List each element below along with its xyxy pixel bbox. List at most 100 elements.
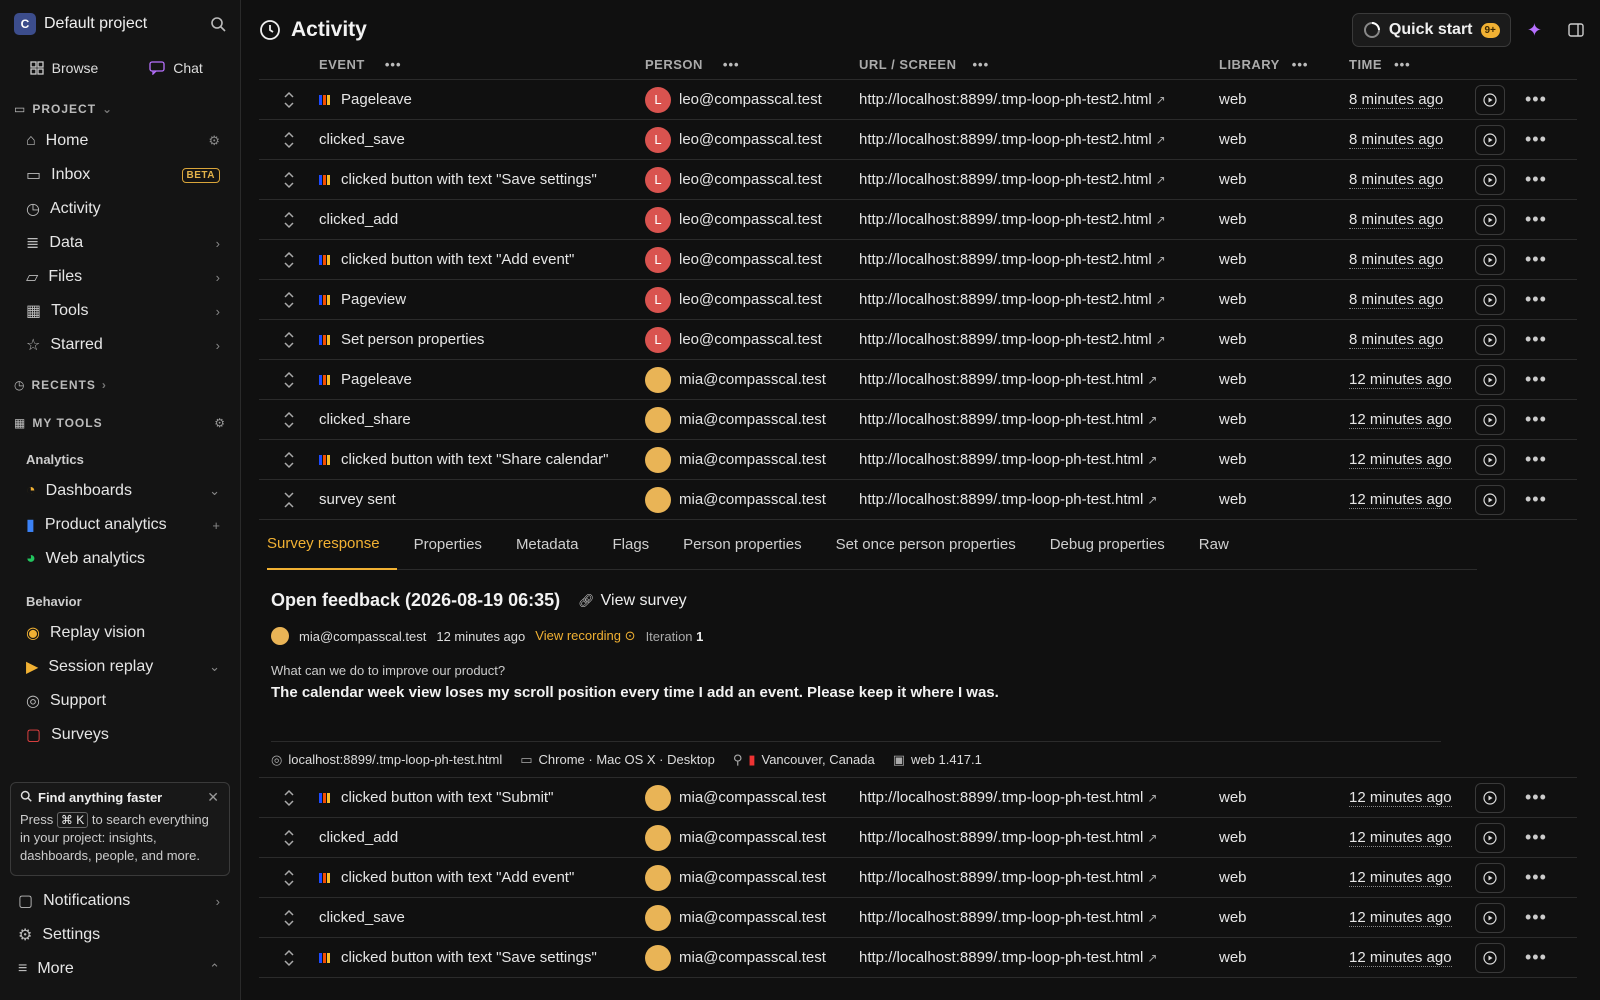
play-recording-button[interactable] [1475,364,1505,395]
side-panel-icon[interactable] [1568,22,1584,38]
table-row[interactable]: clicked button with text "Add event" L l… [259,240,1577,280]
table-row[interactable]: clicked button with text "Share calendar… [259,440,1577,480]
play-recording-button[interactable] [1475,444,1505,475]
table-row[interactable]: clicked_share M mia@compasscal.test http… [259,400,1577,440]
play-recording-button[interactable] [1475,164,1505,195]
url-text[interactable]: http://localhost:8899/.tmp-loop-ph-test.… [859,491,1143,508]
person-email[interactable]: mia@compasscal.test [679,829,826,846]
external-link-icon[interactable]: ↗ [1147,493,1157,507]
person-email[interactable]: leo@compasscal.test [679,131,822,148]
column-menu-icon[interactable]: ••• [1292,57,1309,72]
more-icon[interactable]: ••• [1525,89,1547,110]
external-link-icon[interactable]: ↗ [1156,293,1166,307]
expand-icon[interactable] [259,331,319,349]
person-email[interactable]: mia@compasscal.test [679,789,826,806]
external-link-icon[interactable]: ↗ [1147,791,1157,805]
table-row[interactable]: clicked button with text "Submit" M mia@… [259,778,1577,818]
sidebar-item-web-analytics[interactable]: ◕ Web analytics [8,542,232,576]
person-email[interactable]: mia@compasscal.test [679,411,826,428]
table-row[interactable]: clicked button with text "Save settings"… [259,938,1577,978]
external-link-icon[interactable]: ↗ [1147,413,1157,427]
person-email[interactable]: mia@compasscal.test [679,491,826,508]
url-text[interactable]: http://localhost:8899/.tmp-loop-ph-test.… [859,869,1143,886]
col-person[interactable]: PERSON ••• [645,57,859,72]
expand-icon[interactable] [259,131,319,149]
column-menu-icon[interactable]: ••• [385,57,402,72]
url-text[interactable]: http://localhost:8899/.tmp-loop-ph-test.… [859,829,1143,846]
play-recording-button[interactable] [1475,84,1505,115]
more-icon[interactable]: ••• [1525,369,1547,390]
expand-icon[interactable] [259,949,319,967]
mytools-section-header[interactable]: ▦ MY TOOLS ⚙ [8,408,232,438]
tab-metadata[interactable]: Metadata [499,520,596,570]
tab-debug-properties[interactable]: Debug properties [1033,520,1182,570]
column-menu-icon[interactable]: ••• [1394,57,1411,72]
tab-raw[interactable]: Raw [1182,520,1246,570]
event-name[interactable]: Set person properties [341,331,484,348]
notifications-item[interactable]: ▢ Notifications › [8,884,232,918]
expand-icon[interactable] [259,291,319,309]
gear-icon[interactable]: ⚙ [208,133,220,149]
more-icon[interactable]: ••• [1525,169,1547,190]
person-email[interactable]: mia@compasscal.test [679,949,826,966]
play-recording-button[interactable] [1475,324,1505,355]
play-recording-button[interactable] [1475,244,1505,275]
settings-item[interactable]: ⚙ Settings [8,918,232,952]
more-item[interactable]: ≡ More ⌃ [8,952,232,986]
event-name[interactable]: clicked button with text "Add event" [341,251,574,268]
event-name[interactable]: clicked_share [319,411,411,428]
sidebar-item-dashboards[interactable]: ◔ Dashboards ⌄ [8,474,232,508]
event-name[interactable]: clicked_add [319,211,398,228]
sidebar-item-files[interactable]: ▱ Files › [8,260,232,294]
person-email[interactable]: leo@compasscal.test [679,291,822,308]
more-icon[interactable]: ••• [1525,787,1547,808]
more-icon[interactable]: ••• [1525,329,1547,350]
tab-survey-response[interactable]: Survey response [267,520,397,570]
event-name[interactable]: clicked button with text "Save settings" [341,949,597,966]
person-email[interactable]: mia@compasscal.test [679,909,826,926]
chat-button[interactable]: Chat [120,52,232,84]
external-link-icon[interactable]: ↗ [1147,831,1157,845]
event-name[interactable]: clicked_save [319,131,405,148]
play-recording-button[interactable] [1475,284,1505,315]
external-link-icon[interactable]: ↗ [1156,173,1166,187]
table-row[interactable]: survey sent M mia@compasscal.test http:/… [259,480,1577,520]
collapse-icon[interactable] [259,491,319,509]
external-link-icon[interactable]: ↗ [1147,951,1157,965]
more-icon[interactable]: ••• [1525,449,1547,470]
expand-icon[interactable] [259,829,319,847]
more-icon[interactable]: ••• [1525,947,1547,968]
url-text[interactable]: http://localhost:8899/.tmp-loop-ph-test.… [859,909,1143,926]
sidebar-item-data[interactable]: ≣ Data › [8,226,232,260]
table-row[interactable]: clicked_save L leo@compasscal.test http:… [259,120,1577,160]
more-icon[interactable]: ••• [1525,409,1547,430]
external-link-icon[interactable]: ↗ [1147,373,1157,387]
table-row[interactable]: clicked_add L leo@compasscal.test http:/… [259,200,1577,240]
respondent-email[interactable]: mia@compasscal.test [299,629,426,644]
sidebar-item-replay-vision[interactable]: ◉ Replay vision [8,616,232,650]
col-url[interactable]: URL / SCREEN ••• [859,57,1219,72]
sidebar-item-home[interactable]: ⌂ Home ⚙ [8,124,232,158]
person-email[interactable]: leo@compasscal.test [679,91,822,108]
event-name[interactable]: clicked button with text "Add event" [341,869,574,886]
event-name[interactable]: clicked_add [319,829,398,846]
url-text[interactable]: http://localhost:8899/.tmp-loop-ph-test2… [859,131,1152,148]
table-row[interactable]: Pageleave M mia@compasscal.test http://l… [259,360,1577,400]
expand-icon[interactable] [259,451,319,469]
play-recording-button[interactable] [1475,782,1505,813]
expand-icon[interactable] [259,251,319,269]
sidebar-item-session-replay[interactable]: ▶ Session replay ⌄ [8,650,232,684]
table-row[interactable]: clicked_add M mia@compasscal.test http:/… [259,818,1577,858]
more-icon[interactable]: ••• [1525,489,1547,510]
expand-icon[interactable] [259,211,319,229]
close-icon[interactable]: ✕ [207,789,219,806]
sidebar-item-activity[interactable]: ◷ Activity [8,192,232,226]
sparkle-icon[interactable]: ✦ [1527,20,1542,41]
person-email[interactable]: leo@compasscal.test [679,331,822,348]
more-icon[interactable]: ••• [1525,827,1547,848]
external-link-icon[interactable]: ↗ [1156,333,1166,347]
person-email[interactable]: leo@compasscal.test [679,251,822,268]
url-text[interactable]: http://localhost:8899/.tmp-loop-ph-test.… [859,451,1143,468]
person-email[interactable]: leo@compasscal.test [679,171,822,188]
table-row[interactable]: Pageview L leo@compasscal.test http://lo… [259,280,1577,320]
